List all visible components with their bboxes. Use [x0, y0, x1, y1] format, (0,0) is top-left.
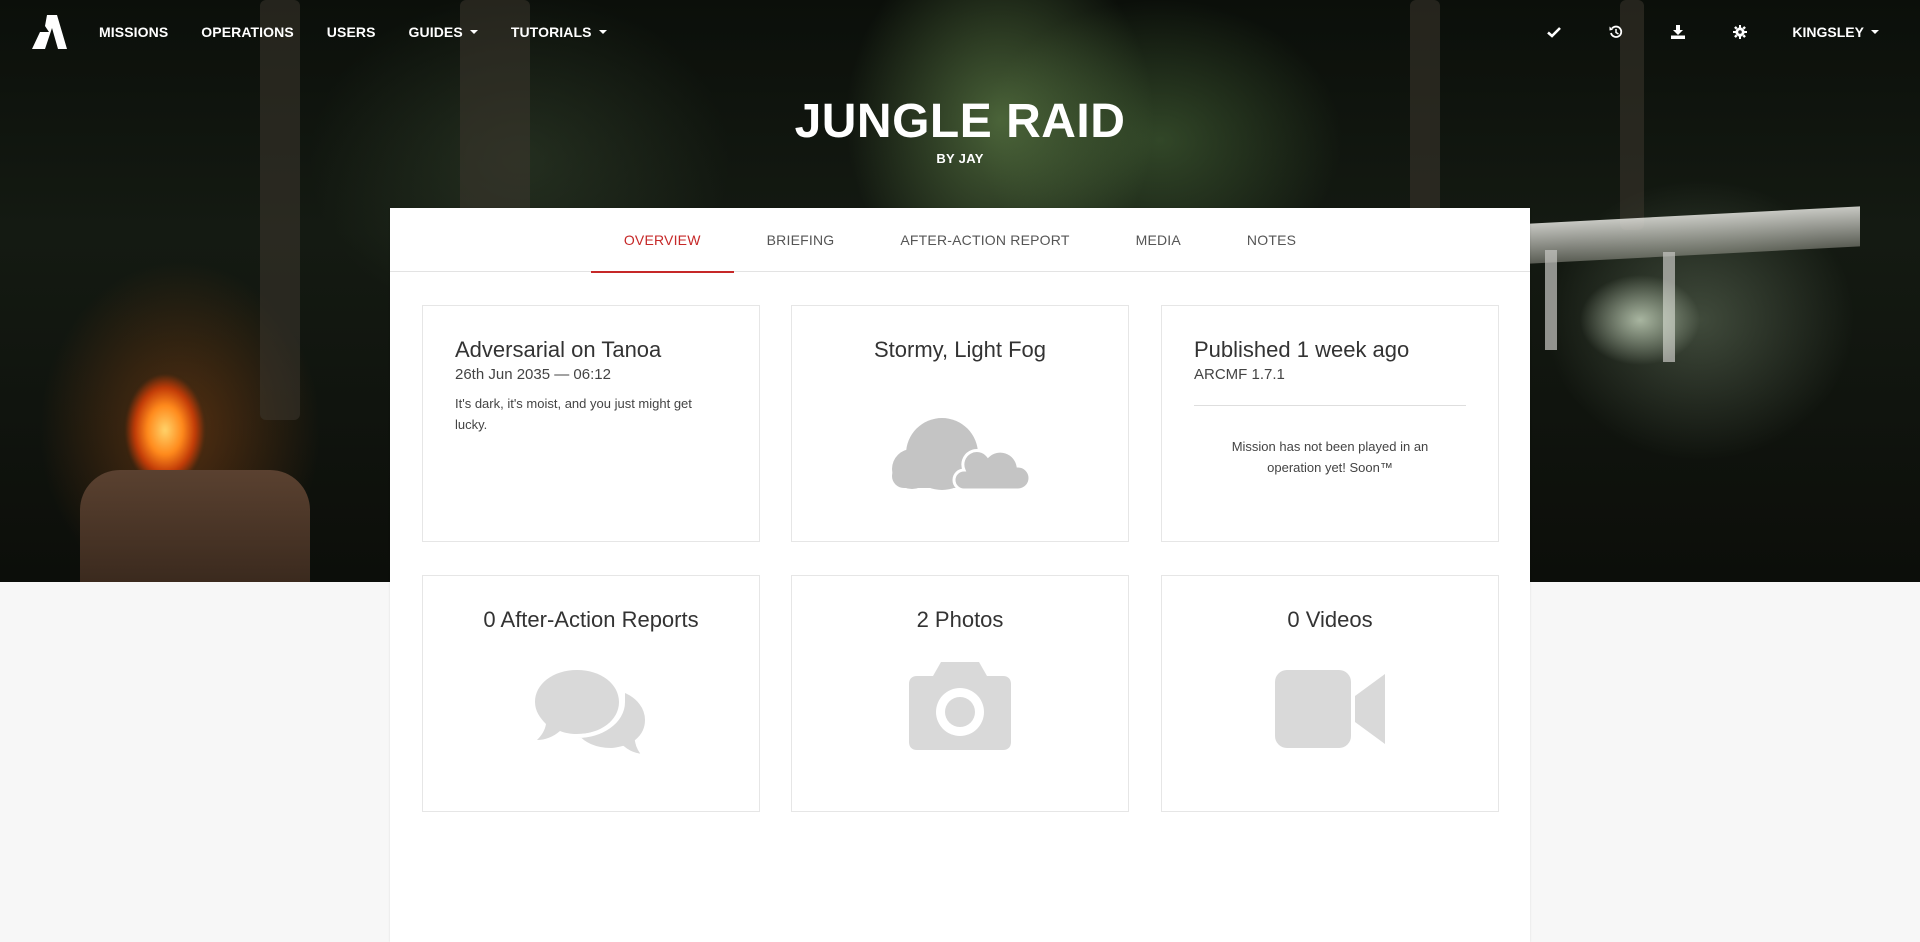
weather-card: Stormy, Light Fog [791, 305, 1129, 542]
check-icon[interactable] [1544, 22, 1564, 42]
cloud-icon [792, 414, 1128, 494]
published-card: Published 1 week ago ARCMF 1.7.1 Mission… [1161, 305, 1499, 542]
user-name: KINGSLEY [1792, 24, 1864, 40]
mission-author: BY JAY [936, 151, 984, 166]
reports-count: 0 After-Action Reports [483, 607, 699, 632]
tab-overview-label: OVERVIEW [623, 232, 701, 248]
download-icon[interactable] [1668, 22, 1688, 42]
nav-guides-dropdown[interactable]: GUIDES [409, 24, 478, 40]
nav-missions[interactable]: MISSIONS [99, 24, 168, 40]
photos-count: 2 Photos [916, 607, 1004, 632]
main-nav: MISSIONS OPERATIONS USERS GUIDES TUTORIA… [99, 0, 640, 64]
card-divider [1194, 405, 1466, 406]
lit-foliage [1560, 250, 1720, 390]
gear-icon[interactable] [1730, 22, 1750, 42]
arma-a-logo-icon[interactable] [31, 14, 67, 50]
reports-card[interactable]: 0 After-Action Reports [422, 575, 760, 812]
tab-after-action-report[interactable]: AFTER-ACTION REPORT [867, 208, 1102, 272]
nav-users-label: USERS [326, 24, 376, 40]
map-card: Adversarial on Tanoa 26th Jun 2035 — 06:… [422, 305, 760, 542]
nav-tutorials-label: TUTORIALS [510, 24, 592, 40]
mission-panel: OVERVIEW BRIEFING AFTER-ACTION REPORT ME… [390, 208, 1530, 942]
nav-operations[interactable]: OPERATIONS [201, 24, 294, 40]
mission-datetime: 26th Jun 2035 — 06:12 [455, 366, 611, 383]
tab-after-action-report-label: AFTER-ACTION REPORT [900, 232, 1070, 248]
logo-svg [32, 15, 67, 49]
top-navbar: MISSIONS OPERATIONS USERS GUIDES TUTORIA… [0, 0, 1920, 64]
nav-tutorials-dropdown[interactable]: TUTORIALS [511, 24, 607, 40]
mission-tabs: OVERVIEW BRIEFING AFTER-ACTION REPORT ME… [390, 208, 1530, 273]
mission-title: JUNGLE RAID [794, 95, 1126, 148]
videos-count: 0 Videos [1287, 607, 1373, 632]
tab-media[interactable]: MEDIA [1103, 208, 1214, 272]
shed-post [1545, 250, 1557, 350]
published-title: Published 1 week ago [1194, 337, 1410, 362]
mission-header: JUNGLE RAID BY JAY [0, 93, 1920, 166]
tab-overview[interactable]: OVERVIEW [590, 208, 734, 273]
nav-right: KINGSLEY [1544, 0, 1920, 64]
caret-down-icon [1871, 30, 1879, 34]
caret-down-icon [469, 30, 478, 34]
photos-card[interactable]: 2 Photos [791, 575, 1129, 812]
video-camera-icon [1162, 668, 1498, 750]
comments-icon [423, 666, 759, 758]
tab-notes[interactable]: NOTES [1214, 208, 1329, 272]
nav-users[interactable]: USERS [327, 24, 376, 40]
tab-briefing-label: BRIEFING [766, 232, 835, 248]
weather-title: Stormy, Light Fog [874, 337, 1046, 362]
fire-barrel [80, 470, 310, 582]
videos-card[interactable]: 0 Videos [1161, 575, 1499, 812]
tab-media-label: MEDIA [1135, 232, 1181, 248]
campfire-flames [110, 350, 220, 480]
history-icon[interactable] [1606, 22, 1626, 42]
camera-icon [792, 660, 1128, 752]
map-title: Adversarial on Tanoa [455, 337, 662, 362]
user-menu-dropdown[interactable]: KINGSLEY [1792, 24, 1879, 40]
tab-briefing[interactable]: BRIEFING [734, 208, 868, 272]
framework-version: ARCMF 1.7.1 [1194, 366, 1285, 383]
nav-guides-label: GUIDES [408, 24, 463, 40]
mission-description: It's dark, it's moist, and you just migh… [455, 396, 692, 432]
caret-down-icon [598, 30, 607, 34]
operation-status-note: Mission has not been played in an operat… [1231, 439, 1429, 475]
tab-notes-label: NOTES [1246, 232, 1297, 248]
nav-operations-label: OPERATIONS [201, 24, 294, 40]
nav-missions-label: MISSIONS [99, 24, 169, 40]
